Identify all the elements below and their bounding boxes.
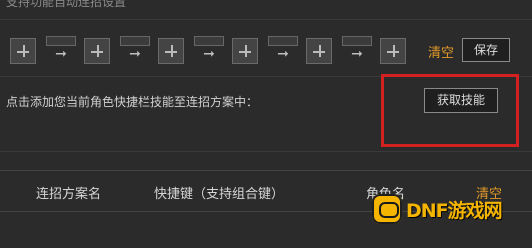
combo-key-1[interactable]	[46, 36, 76, 46]
fetch-skills-button[interactable]: 获取技能	[424, 88, 498, 113]
arrow-right-icon: ➞	[129, 46, 141, 62]
arrow-right-icon: ➞	[351, 46, 363, 62]
column-combo-name: 连招方案名	[36, 187, 102, 202]
clear-combo-link[interactable]: 清空	[428, 42, 454, 61]
panel-divider	[0, 151, 532, 152]
arrow-right-icon: ➞	[277, 46, 289, 62]
watermark-logo: DNF游戏网	[372, 192, 512, 226]
save-button[interactable]: 保存	[462, 38, 510, 62]
combo-key-2[interactable]	[120, 36, 150, 46]
gamepad-icon	[372, 194, 402, 224]
combo-slot-2[interactable]	[84, 38, 110, 64]
combo-key-4[interactable]	[268, 36, 298, 46]
watermark-text: DNF游戏网	[406, 200, 503, 222]
top-caption: 支持功能自动连招设置	[6, 0, 127, 9]
combo-slot-6[interactable]	[380, 38, 406, 64]
combo-slot-4[interactable]	[232, 38, 258, 64]
combo-slot-1[interactable]	[10, 38, 36, 64]
combo-slot-5[interactable]	[306, 38, 332, 64]
combo-slot-row: ➞ ➞ ➞ ➞ ➞ 清空 保存	[10, 34, 530, 68]
instruction-text: 点击添加您当前角色快捷栏技能至连招方案中：	[6, 95, 259, 109]
arrow-right-icon: ➞	[203, 46, 215, 62]
combo-slot-3[interactable]	[158, 38, 184, 64]
combo-key-3[interactable]	[194, 36, 224, 46]
combo-key-5[interactable]	[342, 36, 372, 46]
row-divider	[0, 76, 532, 77]
top-divider	[0, 19, 532, 20]
arrow-right-icon: ➞	[55, 46, 67, 62]
column-hotkey: 快捷键（支持组合键）	[154, 187, 285, 202]
